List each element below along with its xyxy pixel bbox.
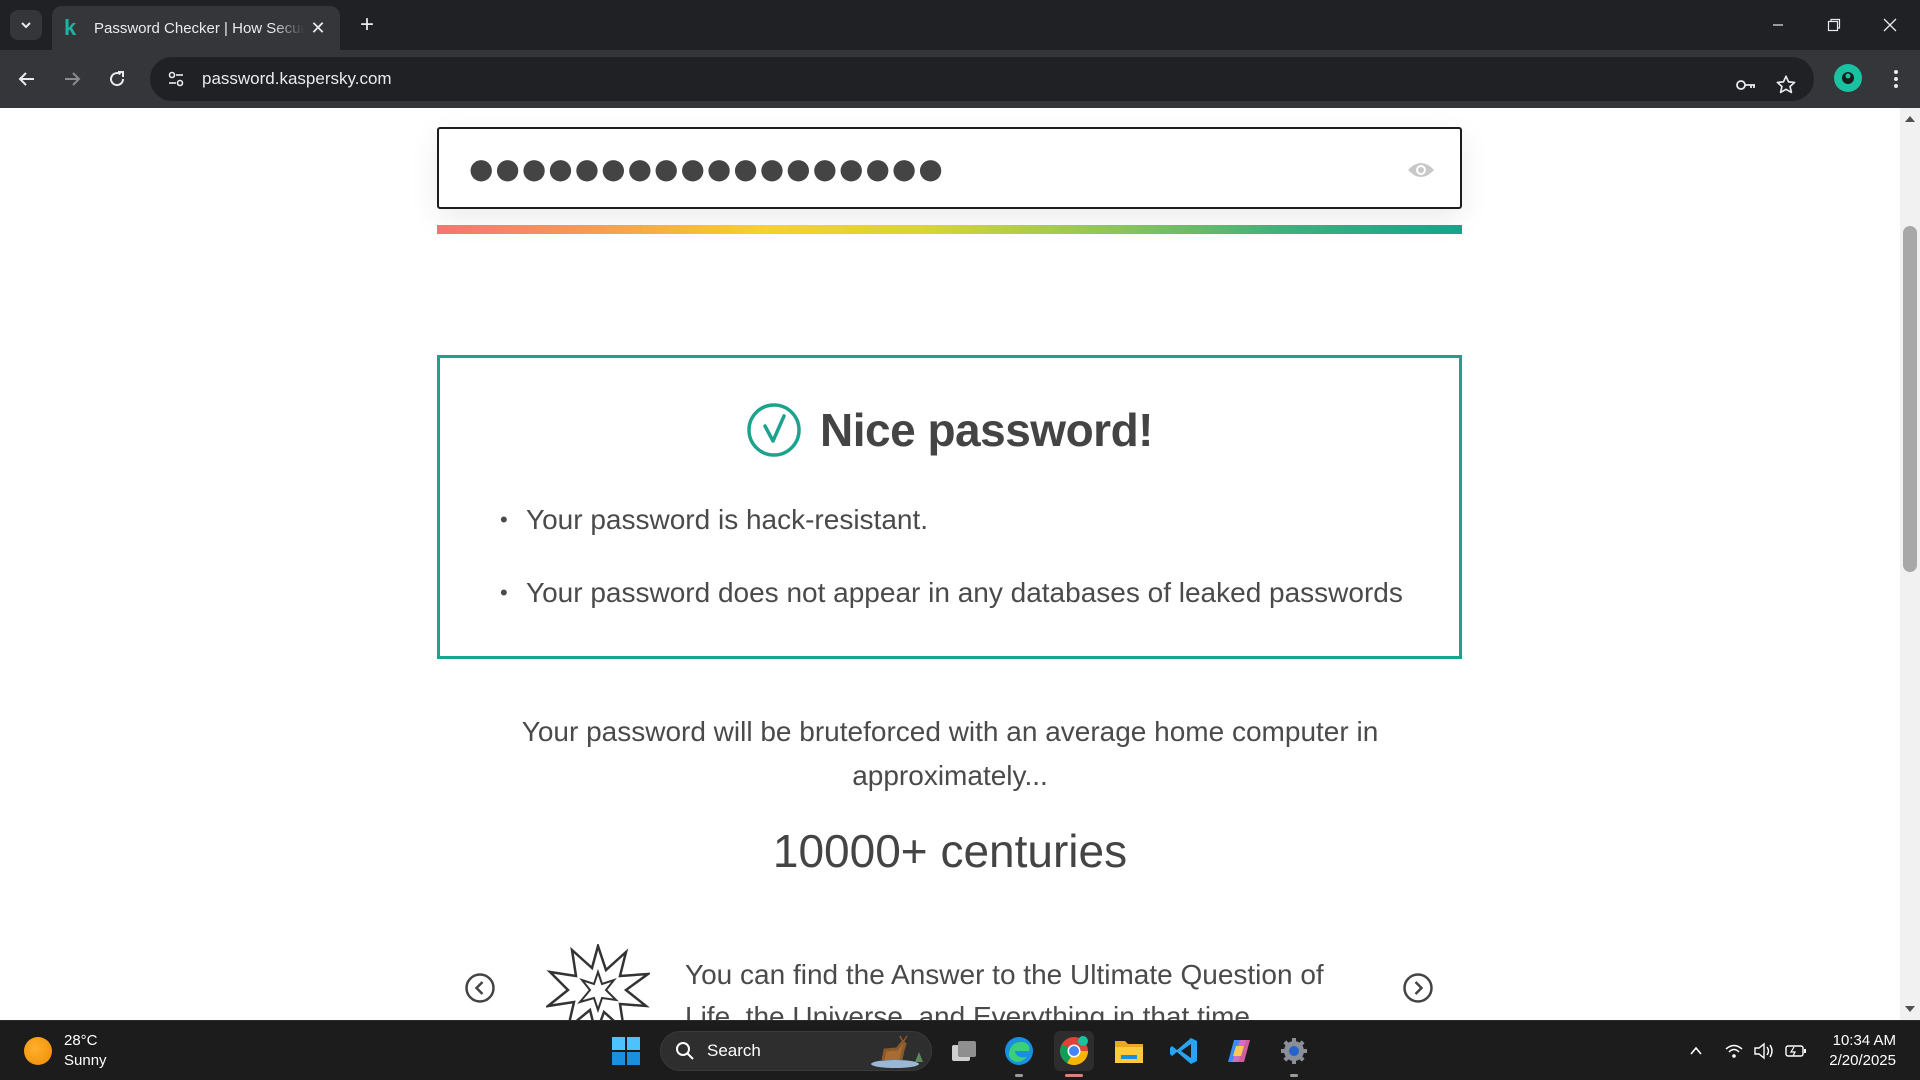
result-bullets: Your password is hack-resistant. Your pa…	[500, 503, 1403, 649]
search-label: Search	[707, 1041, 761, 1060]
tab-title: Password Checker | How Secure Is My Pass…	[94, 19, 304, 37]
copilot-app-button[interactable]	[1219, 1031, 1259, 1071]
check-circle-icon	[747, 403, 801, 457]
password-mask: ●●●●●●●●●●●●●●●●●●	[469, 151, 945, 185]
password-strength-bar	[437, 225, 1462, 234]
scroll-up-arrow-icon[interactable]	[1905, 116, 1915, 122]
result-title: Nice password!	[820, 404, 1154, 456]
list-item: Your password is hack-resistant.	[500, 503, 1403, 537]
more-vertical-icon	[1894, 70, 1898, 88]
profile-avatar[interactable]	[1834, 64, 1862, 92]
tab-search-button[interactable]	[10, 10, 42, 40]
key-icon	[1736, 80, 1755, 90]
show-password-icon[interactable]	[1406, 155, 1436, 185]
reload-button[interactable]	[100, 62, 134, 96]
battery-icon[interactable]	[1784, 1039, 1808, 1063]
arrow-right-icon	[65, 72, 81, 86]
avatar-icon	[1842, 72, 1854, 84]
browser-tab-active[interactable]: k Password Checker | How Secure Is My Pa…	[52, 6, 340, 50]
password-manager-button[interactable]	[1730, 69, 1762, 101]
wifi-icon[interactable]	[1722, 1039, 1746, 1063]
edge-app-button[interactable]	[999, 1031, 1039, 1077]
carousel-prev-button[interactable]	[464, 972, 496, 1004]
reload-icon	[110, 71, 125, 87]
vscode-icon	[1170, 1038, 1197, 1064]
url-text: password.kaspersky.com	[202, 69, 392, 88]
close-window-button[interactable]	[1862, 0, 1918, 50]
browser-tab-bar: k Password Checker | How Secure Is My Pa…	[0, 0, 1920, 50]
sun-icon	[24, 1037, 52, 1065]
volume-icon[interactable]	[1752, 1039, 1776, 1063]
search-icon	[676, 1042, 694, 1060]
carousel-next-button[interactable]	[1402, 972, 1434, 1004]
fun-fact-text: You can find the Answer to the Ultimate …	[685, 959, 1324, 1020]
kaspersky-favicon-icon: k	[64, 15, 77, 40]
vscode-app-button[interactable]	[1164, 1031, 1204, 1071]
back-button[interactable]	[10, 62, 44, 96]
scroll-down-arrow-icon[interactable]	[1905, 1006, 1915, 1012]
file-explorer-button[interactable]	[1109, 1031, 1149, 1071]
task-view-icon	[952, 1041, 976, 1061]
weather-widget[interactable]: 28°C Sunny	[24, 1031, 107, 1071]
web-page: ●●●●●●●●●●●●●●●●●● Nice password! Your p…	[0, 108, 1900, 1020]
minimize-button[interactable]	[1750, 0, 1806, 50]
star-icon	[1776, 75, 1796, 94]
clock-time: 10:34 AM	[1832, 1032, 1896, 1049]
task-view-button[interactable]	[944, 1031, 984, 1071]
address-bar[interactable]: password.kaspersky.com	[150, 57, 1814, 101]
weather-temperature: 28°C	[64, 1032, 98, 1049]
close-icon	[1883, 18, 1897, 32]
browser-menu-button[interactable]	[1880, 62, 1912, 96]
system-clock[interactable]: 10:34 AM 2/20/2025	[1829, 1031, 1896, 1071]
password-input[interactable]: ●●●●●●●●●●●●●●●●●●	[437, 127, 1462, 209]
arrow-left-icon	[18, 72, 34, 86]
start-button[interactable]	[606, 1031, 646, 1071]
running-indicator	[1015, 1074, 1023, 1077]
minimize-icon	[1773, 24, 1783, 26]
copilot-icon	[1228, 1040, 1250, 1062]
restore-icon	[1827, 18, 1841, 32]
forward-button[interactable]	[55, 62, 89, 96]
burst-icon	[546, 944, 650, 1020]
settings-app-button[interactable]	[1274, 1031, 1314, 1077]
windows-logo-icon	[612, 1037, 640, 1065]
clock-date: 2/20/2025	[1829, 1052, 1896, 1069]
weather-description: Sunny	[64, 1052, 107, 1069]
bruteforce-time: 10000+ centuries	[772, 825, 1128, 877]
chrome-icon	[1060, 1036, 1088, 1065]
taskbar-search[interactable]: Search	[660, 1031, 932, 1071]
page-scrollbar[interactable]	[1900, 108, 1920, 1020]
edge-icon	[1005, 1037, 1033, 1065]
deer-illustration-icon	[871, 1035, 923, 1068]
browser-toolbar: password.kaspersky.com	[0, 50, 1920, 108]
restore-button[interactable]	[1806, 0, 1862, 50]
folder-icon	[1115, 1041, 1143, 1063]
result-panel: Nice password! Your password is hack-res…	[437, 355, 1462, 659]
close-tab-icon[interactable]: ✕	[308, 18, 328, 39]
taskbar: 28°C Sunny Search 10:34 AM 2/20/2025	[0, 1020, 1920, 1080]
chevron-up-icon	[1690, 1046, 1702, 1055]
site-info-button[interactable]	[156, 59, 196, 99]
tune-icon	[168, 71, 184, 87]
scrollbar-thumb[interactable]	[1903, 226, 1917, 572]
bookmark-button[interactable]	[1770, 69, 1802, 101]
result-header: Nice password!	[440, 402, 1459, 458]
running-indicator	[1065, 1074, 1083, 1077]
running-indicator	[1290, 1074, 1298, 1077]
chevron-down-icon	[21, 22, 31, 29]
bruteforce-description: Your password will be bruteforced with a…	[521, 716, 1379, 791]
show-hidden-icons-button[interactable]	[1684, 1039, 1708, 1063]
new-tab-button[interactable]: +	[352, 10, 382, 40]
list-item: Your password does not appear in any dat…	[500, 576, 1403, 610]
chrome-app-button[interactable]	[1054, 1031, 1094, 1077]
gear-icon	[1281, 1038, 1307, 1064]
